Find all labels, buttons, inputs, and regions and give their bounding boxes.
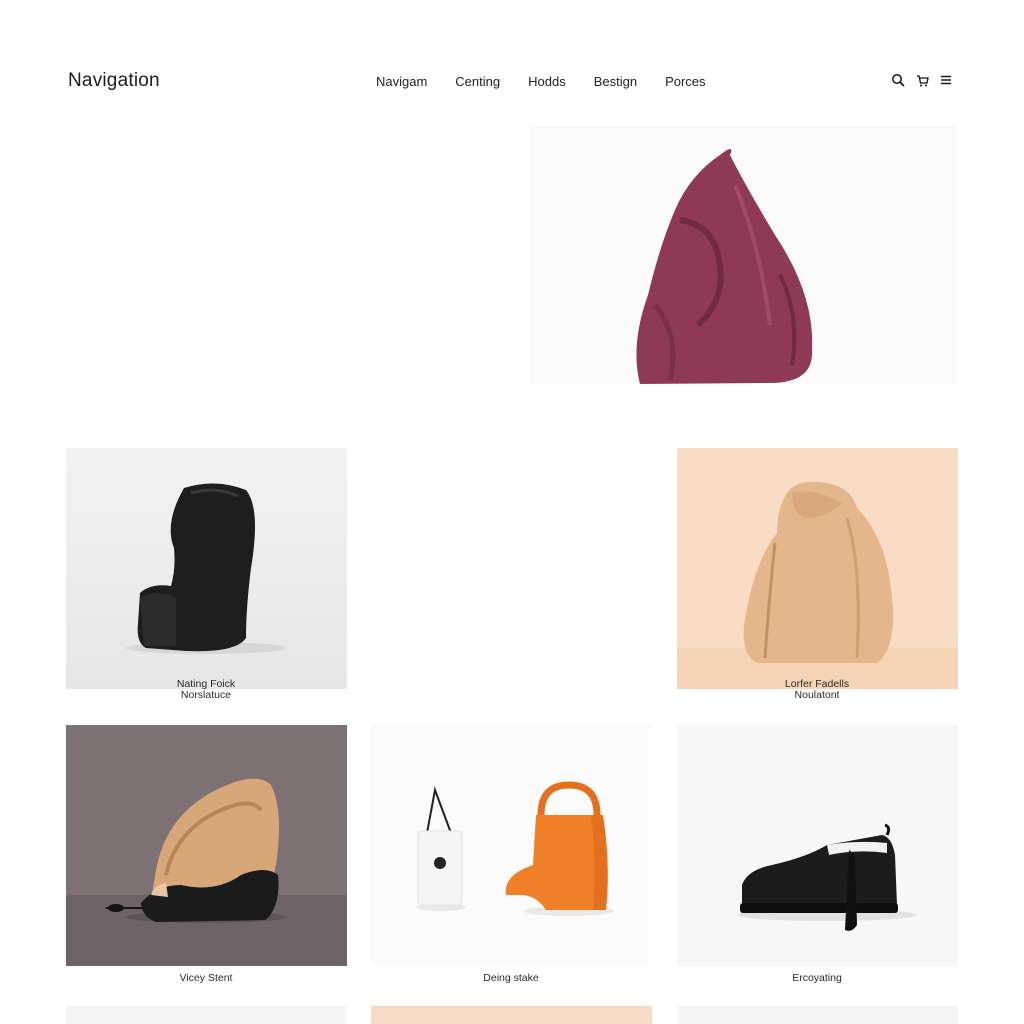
nav-item-1[interactable]: Navigam: [376, 74, 427, 89]
product-image-partial-1[interactable]: [66, 1006, 347, 1024]
search-icon[interactable]: [890, 72, 906, 88]
caption-chair-line2: Norslatuce: [180, 689, 232, 701]
nav-item-5[interactable]: Porces: [665, 74, 705, 89]
menu-icon[interactable]: [938, 72, 954, 88]
product-image-scarf[interactable]: [530, 125, 957, 384]
caption-chair: Nating Foick Norslatuce: [66, 679, 346, 701]
caption-bag: Lorfer Fadells Noulatont: [677, 679, 957, 701]
product-image-chair[interactable]: [66, 448, 347, 689]
header-tools: [890, 72, 954, 88]
nav-item-4[interactable]: Bestign: [594, 74, 637, 89]
product-image-shoe[interactable]: [677, 725, 958, 966]
caption-bag-line2: Noulatont: [794, 689, 840, 701]
nav-item-2[interactable]: Centing: [455, 74, 500, 89]
caption-shoe: Ercoyating: [792, 972, 842, 984]
main-nav: Navigam Centing Hodds Bestign Porces: [376, 74, 706, 89]
nav-item-3[interactable]: Hodds: [528, 74, 566, 89]
product-image-totes[interactable]: [371, 725, 652, 966]
caption-pod: Vicey Stent: [179, 972, 233, 984]
product-gallery-page: Navigation Navigam Centing Hodds Bestign…: [0, 0, 1024, 1024]
product-image-partial-2[interactable]: [371, 1006, 652, 1024]
cart-icon[interactable]: [914, 72, 930, 88]
product-image-pod[interactable]: [66, 725, 347, 966]
caption-totes: Deing stake: [483, 972, 539, 984]
brand-logo[interactable]: Navigation: [68, 70, 160, 92]
product-image-partial-3[interactable]: [677, 1006, 958, 1024]
product-image-bag[interactable]: [677, 448, 958, 689]
